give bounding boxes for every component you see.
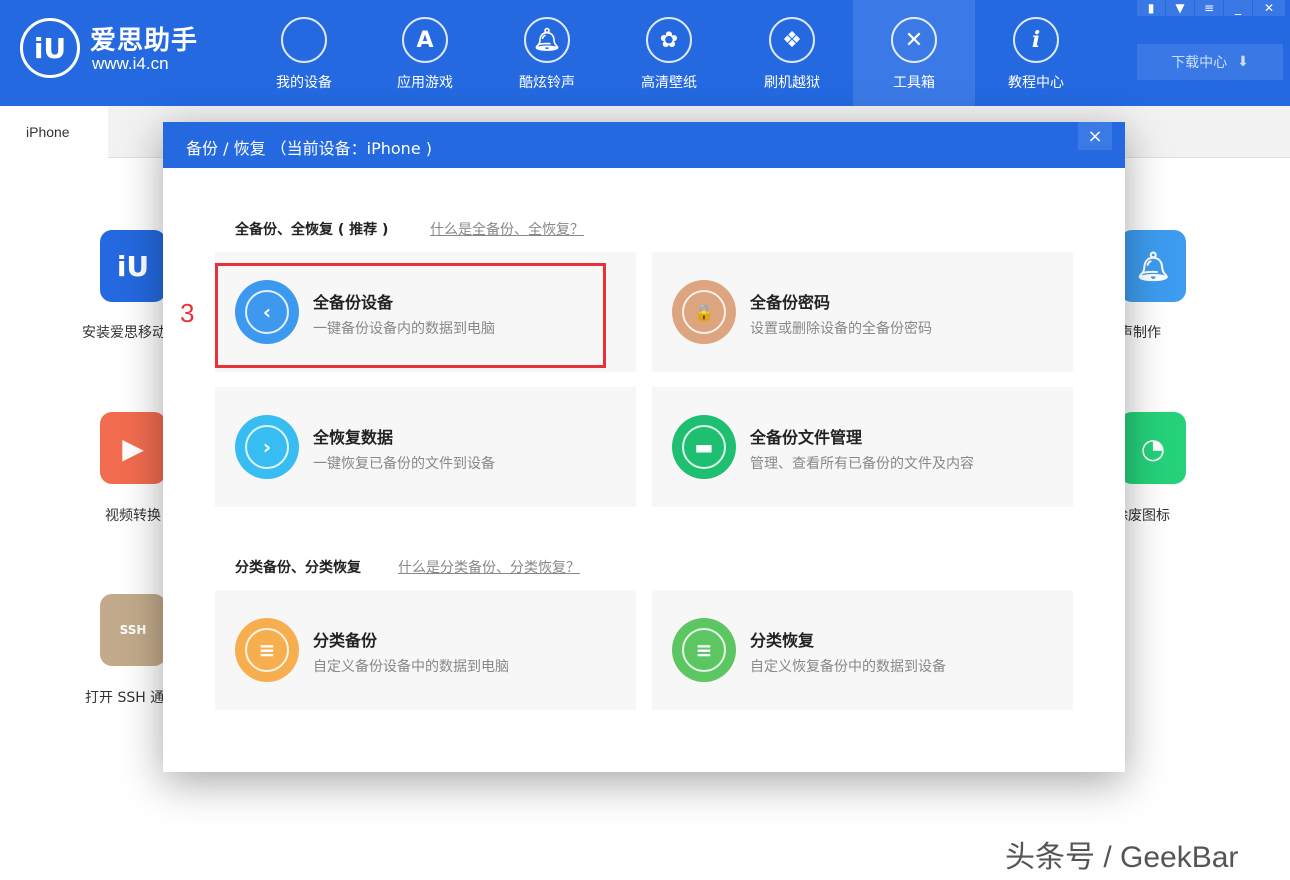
delete-icon-tool[interactable]: ◔ (1120, 412, 1186, 484)
card-title: 分类备份 (313, 627, 377, 651)
card-desc: 自定义恢复备份中的数据到设备 (750, 656, 946, 676)
nav-label: 我的设备 (276, 72, 332, 92)
menu-icon[interactable]: ≡ (1195, 0, 1223, 16)
ssh-icon[interactable]: SSH (100, 594, 166, 666)
section-title-category: 分类备份、分类恢复 (235, 557, 361, 577)
nav-apps-games[interactable]: A 应用游戏 (364, 0, 486, 106)
download-icon: ⬇ (1237, 54, 1249, 70)
category-restore-icon: ≡ (672, 618, 736, 682)
logo-icon: iU (20, 18, 80, 78)
restore-icon: › (235, 415, 299, 479)
card-desc: 设置或删除设备的全备份密码 (750, 318, 932, 338)
watermark: 头条号 / GeekBar (1005, 832, 1238, 876)
download-center-button[interactable]: 下载中心 ⬇ (1137, 44, 1283, 80)
nav-label: 酷炫铃声 (519, 72, 575, 92)
nav-flash-jailbreak[interactable]: ❖ 刷机越狱 (731, 0, 853, 106)
ssh-badge: SSH (120, 623, 147, 637)
feedback-icon[interactable]: ▮ (1137, 0, 1165, 16)
tools-icon: ✕ (891, 17, 937, 63)
bell-icon: 🔔︎ (524, 17, 570, 63)
folder-icon: ▬ (672, 415, 736, 479)
nav-label: 应用游戏 (397, 72, 453, 92)
i4-app-icon[interactable]: iU (100, 230, 166, 302)
skin-icon[interactable]: ▼ (1166, 0, 1194, 16)
card-category-backup[interactable]: ≡ 分类备份自定义备份设备中的数据到电脑 (215, 590, 636, 710)
info-icon: i (1013, 17, 1059, 63)
video-convert-icon[interactable]: ▶ (100, 412, 166, 484)
card-desc: 自定义备份设备中的数据到电脑 (313, 656, 509, 676)
app-name: 爱思助手 (90, 20, 198, 57)
nav-label: 高清壁纸 (641, 72, 697, 92)
dialog-title: 备份 / 恢复 （当前设备：iPhone ) (163, 122, 1125, 168)
card-title: 分类恢复 (750, 627, 814, 651)
download-center-label: 下载中心 (1171, 52, 1227, 72)
card-category-restore[interactable]: ≡ 分类恢复自定义恢复备份中的数据到设备 (652, 590, 1073, 710)
card-full-restore[interactable]: › 全恢复数据一键恢复已备份的文件到设备 (215, 387, 636, 507)
top-bar: iU 爱思助手 www.i4.cn 我的设备 A 应用游戏 🔔︎ 酷炫铃声 ✿ 高清壁… (0, 0, 1290, 106)
backup-restore-dialog: 备份 / 恢复 （当前设备：iPhone ) × 全备份、全恢复 ( 推荐 ) … (163, 122, 1125, 772)
section-title-full: 全备份、全恢复 ( 推荐 ) (235, 219, 388, 239)
nav-wallpapers[interactable]: ✿ 高清壁纸 (608, 0, 730, 106)
card-desc: 一键恢复已备份的文件到设备 (313, 453, 495, 473)
app-url: www.i4.cn (92, 54, 169, 74)
help-link-full[interactable]: 什么是全备份、全恢复？ (430, 219, 584, 239)
close-icon[interactable]: ✕ (1253, 0, 1285, 16)
card-backup-password[interactable]: 🔒 全备份密码设置或删除设备的全备份密码 (652, 252, 1073, 372)
ringtone-make-icon[interactable]: 🔔︎ (1120, 230, 1186, 302)
nav-label: 教程中心 (1008, 72, 1064, 92)
nav-my-device[interactable]: 我的设备 (243, 0, 365, 106)
box-icon: ❖ (769, 17, 815, 63)
card-title: 全恢复数据 (313, 424, 393, 448)
lock-icon: 🔒 (672, 280, 736, 344)
help-link-category[interactable]: 什么是分类备份、分类恢复？ (398, 557, 580, 577)
apple-icon (281, 17, 327, 63)
card-title: 全备份密码 (750, 289, 830, 313)
nav-ringtones[interactable]: 🔔︎ 酷炫铃声 (486, 0, 608, 106)
tool-label: 安装爱思移动 (82, 322, 166, 342)
nav-label: 工具箱 (893, 72, 935, 92)
nav-toolbox[interactable]: ✕ 工具箱 (853, 0, 975, 106)
tab-iphone[interactable]: iPhone (0, 106, 108, 159)
step-annotation: 3 (180, 298, 194, 329)
app-store-icon: A (402, 17, 448, 63)
flower-icon: ✿ (646, 17, 692, 63)
card-backup-file-manage[interactable]: ▬ 全备份文件管理管理、查看所有已备份的文件及内容 (652, 387, 1073, 507)
highlight-box (215, 263, 606, 368)
card-desc: 管理、查看所有已备份的文件及内容 (750, 453, 974, 473)
card-title: 全备份文件管理 (750, 424, 862, 448)
category-backup-icon: ≡ (235, 618, 299, 682)
nav-label: 刷机越狱 (764, 72, 820, 92)
minimize-icon[interactable]: _ (1224, 0, 1252, 16)
tool-label: 视频转换 (105, 505, 161, 525)
nav-tutorials[interactable]: i 教程中心 (975, 0, 1097, 106)
dialog-close-button[interactable]: × (1078, 122, 1112, 150)
